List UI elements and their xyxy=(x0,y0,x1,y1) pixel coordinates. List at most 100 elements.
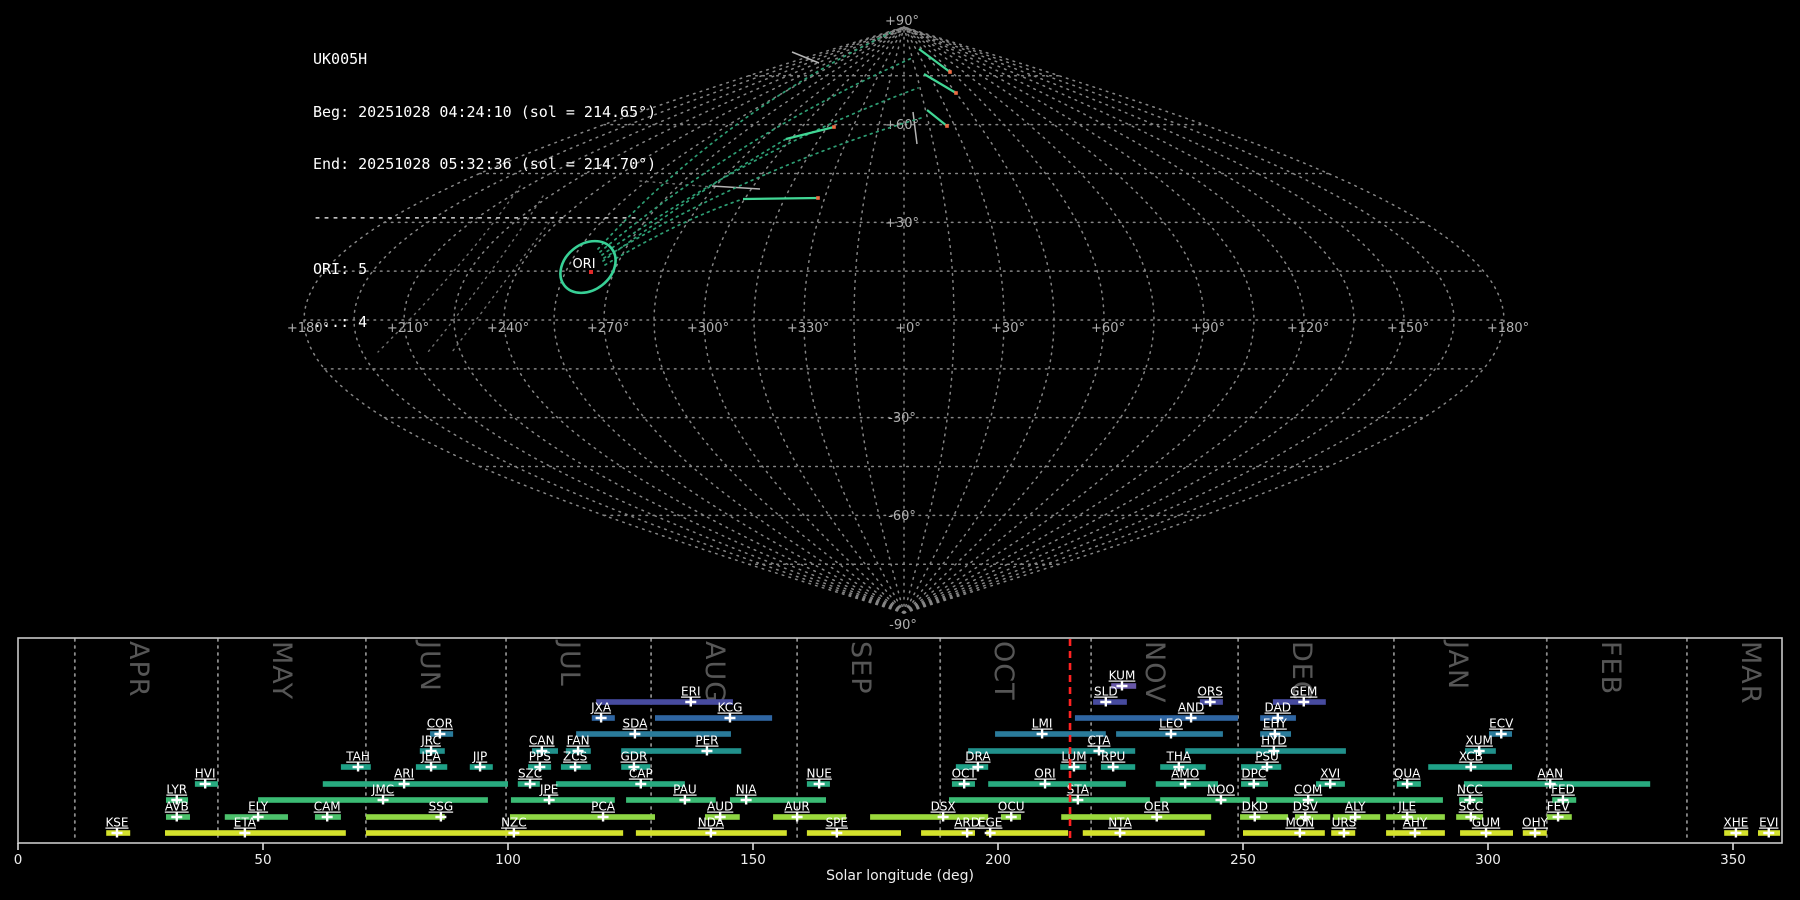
shower-bars: KUM ERI SLD ORS GEM JXA KCG AND DAD COR SDA LMI LEO E… xyxy=(105,669,1781,838)
x-tick-label: 100 xyxy=(495,852,521,868)
x-tick-label: 50 xyxy=(254,852,271,868)
shower-code-label: PER xyxy=(695,734,718,748)
shower-activity-bar xyxy=(556,781,685,787)
shower-code-label: JPE xyxy=(539,783,558,797)
x-tick-label: 350 xyxy=(1720,852,1746,868)
meteor-segment xyxy=(742,196,819,201)
shower-peak-marker xyxy=(1185,713,1197,723)
shower-code-label: FEV xyxy=(1547,800,1570,814)
shower-peak-marker xyxy=(1165,729,1177,739)
meteor-end-dot xyxy=(945,124,949,128)
shower-code-label: URS xyxy=(1332,816,1357,830)
shower-code-label: GDR xyxy=(620,750,647,764)
north-pole-label: +90° xyxy=(885,14,919,29)
x-tick-label: 150 xyxy=(740,852,766,868)
shower-activity-bar xyxy=(988,781,1126,787)
shower-activity-bar xyxy=(1243,830,1325,836)
shower-code-label: LYR xyxy=(166,783,187,797)
shower-activity-bar xyxy=(1240,814,1289,820)
shower-code-label: CAM xyxy=(314,800,341,814)
shower-activity-bar xyxy=(165,830,346,836)
shower-peak-marker xyxy=(1730,828,1742,838)
shower-peak-marker xyxy=(524,779,536,789)
shower-code-label: ECV xyxy=(1489,717,1514,731)
shower-peak-marker xyxy=(111,828,123,838)
shower-peak-marker xyxy=(474,762,486,772)
shower-peak-marker xyxy=(1529,828,1541,838)
shower-code-label: PSU xyxy=(1255,750,1279,764)
shower-activity-bar xyxy=(626,797,716,803)
shower-peak-marker xyxy=(1495,729,1507,739)
shower-peak-marker xyxy=(425,762,437,772)
shower-code-label: PCA xyxy=(591,800,616,814)
shower-code-label: FED xyxy=(1551,783,1575,797)
shower-code-label: ERI xyxy=(681,685,700,699)
month-label: NOV xyxy=(1139,641,1170,703)
count-other: ...: 4 xyxy=(313,312,368,331)
shower-peak-marker xyxy=(1100,697,1112,707)
shower-peak-marker xyxy=(1552,812,1564,822)
scene-svg: +90° -90° +60° +30° -30° -60° +180° +150° +120° +… xyxy=(14,14,1783,884)
shower-peak-marker xyxy=(635,779,647,789)
shower-peak-marker xyxy=(1763,828,1775,838)
longitude-label: +150° xyxy=(1387,321,1429,336)
shower-code-label: NDA xyxy=(698,816,725,830)
longitude-label: +300° xyxy=(687,321,729,336)
shower-peak-marker xyxy=(1114,828,1126,838)
shower-peak-marker xyxy=(740,795,752,805)
shower-peak-marker xyxy=(398,779,410,789)
shower-activity-bar xyxy=(509,814,655,820)
shower-code-label: NTA xyxy=(1108,816,1132,830)
shower-code-label: KUM xyxy=(1109,669,1136,683)
shower-code-label: ZCS xyxy=(563,750,587,764)
shower-code-label: FAN xyxy=(567,734,590,748)
shower-peak-marker xyxy=(377,795,389,805)
shower-code-label: JIP xyxy=(472,750,487,764)
shower-code-label: JXA xyxy=(590,701,612,715)
shower-activity-bar xyxy=(986,830,1069,836)
shower-peak-marker xyxy=(958,779,970,789)
shower-code-label: GEM xyxy=(1290,685,1317,699)
shower-code-label: ELY xyxy=(248,800,269,814)
month-label: JAN xyxy=(1442,639,1473,690)
shower-code-label: OER xyxy=(1144,800,1169,814)
month-label: JUN xyxy=(414,639,445,692)
meridian-line xyxy=(903,26,1405,614)
shower-code-label: AHY xyxy=(1403,816,1428,830)
meridian-line xyxy=(653,26,905,614)
station-id: UK005H xyxy=(313,50,368,68)
shower-peak-marker xyxy=(685,697,697,707)
longitude-label: +330° xyxy=(787,321,829,336)
shower-code-label: ARD xyxy=(954,816,980,830)
shower-peak-marker xyxy=(239,828,251,838)
shower-activity-bar xyxy=(655,715,773,721)
shower-code-label: NCC xyxy=(1457,783,1483,797)
longitude-label: +60° xyxy=(1091,321,1125,336)
shower-code-label: OCU xyxy=(998,800,1025,814)
shower-code-label: EGE xyxy=(978,816,1002,830)
shower-activity-bar xyxy=(365,830,624,836)
shower-peak-marker xyxy=(791,812,803,822)
shower-code-label: GUM xyxy=(1472,816,1500,830)
meteor-end-dot xyxy=(816,196,820,200)
shower-code-label: DAD xyxy=(1265,701,1291,715)
month-label: OCT xyxy=(988,641,1019,701)
shower-code-label: DSX xyxy=(931,800,956,814)
shower-peak-marker xyxy=(569,762,581,772)
latitude-label: -60° xyxy=(888,509,916,524)
shower-activity-bar xyxy=(596,699,733,705)
shower-code-label: JMC xyxy=(371,783,394,797)
separator-line: ------------------------------------ xyxy=(313,207,639,226)
shower-code-label: PPS xyxy=(529,750,551,764)
shower-code-label: JRC xyxy=(420,734,441,748)
shower-code-label: EHY xyxy=(1263,717,1288,731)
shower-code-label: ORI xyxy=(1034,767,1055,781)
shower-peak-marker xyxy=(1036,729,1048,739)
shower-peak-marker xyxy=(1324,779,1336,789)
shower-peak-marker xyxy=(937,812,949,822)
shower-activity-bar xyxy=(1082,830,1205,836)
shower-peak-marker xyxy=(171,812,183,822)
shower-peak-marker xyxy=(1107,762,1119,772)
shower-peak-marker xyxy=(595,713,607,723)
shower-peak-marker xyxy=(1294,828,1306,838)
